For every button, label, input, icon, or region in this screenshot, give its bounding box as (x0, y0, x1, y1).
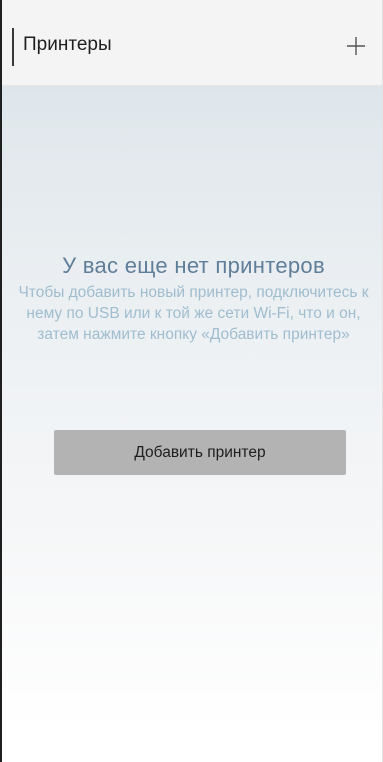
header-accent-bar (12, 28, 14, 66)
printers-window: Принтеры У вас еще нет принтеров Чтобы д… (0, 0, 383, 762)
plus-icon-glyph (347, 37, 365, 55)
empty-state-area: У вас еще нет принтеров Чтобы добавить н… (2, 86, 382, 732)
header: Принтеры (2, 0, 382, 86)
page-title: Принтеры (23, 34, 112, 55)
add-printer-button[interactable]: Добавить принтер (54, 430, 346, 475)
footer (2, 732, 382, 762)
empty-state-description: Чтобы добавить новый принтер, подключите… (18, 284, 369, 343)
empty-state-title: У вас еще нет принтеров (62, 253, 325, 278)
plus-icon[interactable] (340, 30, 372, 62)
